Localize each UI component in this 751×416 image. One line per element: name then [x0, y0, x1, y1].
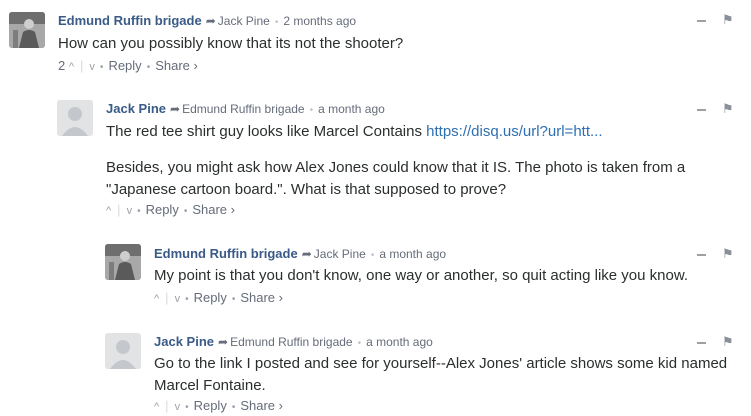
default-avatar-icon	[57, 100, 93, 136]
comment: Edmund Ruffin brigade ➦ Jack Pine • a month …	[0, 236, 751, 311]
author-name[interactable]: Edmund Ruffin brigade	[58, 13, 202, 28]
vote-count: 2	[58, 58, 66, 73]
flag-icon[interactable]: ⚑	[722, 246, 734, 261]
default-avatar-icon	[105, 333, 141, 369]
comment-text: Go to the link I posted and see for your…	[154, 355, 728, 394]
flag-icon[interactable]: ⚑	[722, 12, 734, 27]
comment-header: Edmund Ruffin brigade ➦ Jack Pine • a month …	[154, 246, 446, 264]
comment-controls: ⚑	[697, 12, 734, 28]
parent-author[interactable]: Jack Pine	[218, 14, 270, 28]
comment-text: Besides, you might ask how Alex Jones co…	[106, 159, 686, 198]
author-name[interactable]: Jack Pine	[154, 334, 214, 349]
comment-link[interactable]: https://disq.us/url?url=htt...	[426, 123, 602, 140]
comment-body: The red tee shirt guy looks like Marcel …	[106, 121, 736, 201]
upvote-icon[interactable]: ^	[106, 205, 111, 217]
comment-text: The red tee shirt guy looks like Marcel …	[106, 123, 603, 140]
downvote-icon[interactable]: v	[127, 205, 133, 217]
timestamp[interactable]: a month ago	[379, 247, 446, 261]
comment-footer: ^ | v • Reply • Share ›	[154, 398, 283, 413]
timestamp[interactable]: a month ago	[318, 102, 385, 116]
timestamp[interactable]: a month ago	[366, 335, 433, 349]
share-button[interactable]: Share ›	[192, 202, 235, 217]
vote-divider: |	[117, 202, 121, 217]
reply-button[interactable]: Reply	[194, 290, 227, 305]
parent-author[interactable]: Jack Pine	[314, 247, 366, 261]
comment-controls: ⚑	[697, 246, 734, 262]
collapse-icon[interactable]	[697, 341, 706, 344]
reply-button[interactable]: Reply	[194, 398, 227, 413]
avatar-photo-icon	[105, 244, 141, 280]
author-name[interactable]: Edmund Ruffin brigade	[154, 246, 298, 261]
separator-dot: •	[370, 250, 375, 261]
separator-dot: •	[274, 17, 279, 28]
avatar[interactable]	[105, 244, 141, 280]
avatar[interactable]	[105, 333, 141, 369]
comment-footer: 2 ^ | v • Reply • Share ›	[58, 58, 198, 73]
vote-divider: |	[165, 398, 169, 413]
separator-dot: •	[309, 105, 314, 116]
comment-text: How can you possibly know that its not t…	[58, 35, 404, 52]
comment-header: Edmund Ruffin brigade ➦ Jack Pine • 2 months…	[58, 13, 356, 31]
upvote-icon[interactable]: ^	[154, 401, 159, 413]
comment: Jack Pine ➦ Edmund Ruffin brigade • a month …	[0, 90, 751, 225]
comment-footer: ^ | v • Reply • Share ›	[154, 290, 283, 305]
flag-icon[interactable]: ⚑	[722, 334, 734, 349]
downvote-icon[interactable]: v	[175, 401, 181, 413]
reply-button[interactable]: Reply	[108, 58, 141, 73]
separator-dot: •	[357, 338, 362, 349]
collapse-icon[interactable]	[697, 19, 706, 22]
author-name[interactable]: Jack Pine	[106, 101, 166, 116]
comment-controls: ⚑	[697, 334, 734, 350]
share-button[interactable]: Share ›	[155, 58, 198, 73]
comment-header: Jack Pine ➦ Edmund Ruffin brigade • a month …	[154, 334, 433, 352]
reply-arrow-icon: ➦	[301, 247, 312, 261]
avatar[interactable]	[57, 100, 93, 136]
reply-button[interactable]: Reply	[146, 202, 179, 217]
comment: Jack Pine ➦ Edmund Ruffin brigade • a month …	[0, 324, 751, 416]
comment-controls: ⚑	[697, 101, 734, 117]
avatar-photo-icon	[9, 12, 45, 48]
comment-text: My point is that you don't know, one way…	[154, 267, 689, 284]
avatar[interactable]	[9, 12, 45, 48]
reply-arrow-icon: ➦	[170, 102, 181, 116]
vote-divider: |	[165, 290, 169, 305]
vote-divider: |	[80, 58, 84, 73]
upvote-icon[interactable]: ^	[154, 293, 159, 305]
share-button[interactable]: Share ›	[240, 290, 283, 305]
share-button[interactable]: Share ›	[240, 398, 283, 413]
collapse-icon[interactable]	[697, 108, 706, 111]
collapse-icon[interactable]	[697, 253, 706, 256]
comment-footer: ^ | v • Reply • Share ›	[106, 202, 235, 217]
comment-body: My point is that you don't know, one way…	[154, 265, 744, 287]
comment-body: Go to the link I posted and see for your…	[154, 353, 744, 397]
parent-author[interactable]: Edmund Ruffin brigade	[230, 335, 353, 349]
comment-body: How can you possibly know that its not t…	[58, 33, 738, 55]
comment-header: Jack Pine ➦ Edmund Ruffin brigade • a month …	[106, 101, 385, 119]
reply-arrow-icon: ➦	[205, 14, 216, 28]
upvote-icon[interactable]: ^	[69, 61, 74, 73]
comment: Edmund Ruffin brigade ➦ Jack Pine • 2 months…	[0, 0, 751, 80]
reply-arrow-icon: ➦	[218, 335, 229, 349]
timestamp[interactable]: 2 months ago	[283, 14, 356, 28]
flag-icon[interactable]: ⚑	[722, 101, 734, 116]
downvote-icon[interactable]: v	[175, 293, 181, 305]
downvote-icon[interactable]: v	[89, 61, 95, 73]
parent-author[interactable]: Edmund Ruffin brigade	[182, 102, 305, 116]
